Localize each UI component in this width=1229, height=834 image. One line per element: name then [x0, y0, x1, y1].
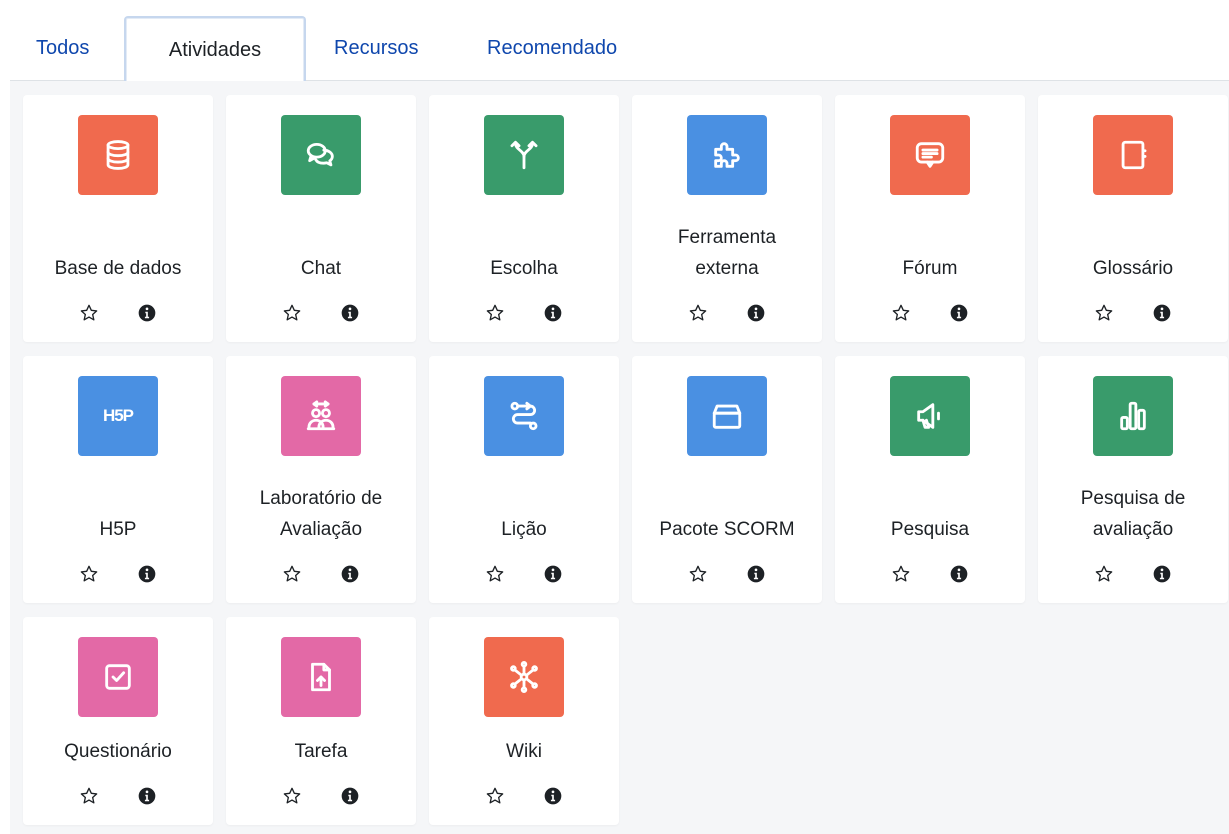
module-card-feedback[interactable]: Pesquisa de avaliação [1038, 356, 1228, 603]
info-icon[interactable] [338, 784, 362, 808]
info-icon[interactable] [135, 562, 159, 586]
module-name: Ferramenta externa [677, 227, 777, 279]
star-icon[interactable] [77, 301, 101, 325]
star-icon[interactable] [483, 301, 507, 325]
feedback-icon [1093, 376, 1173, 456]
quiz-icon [78, 637, 158, 717]
module-card-workshop[interactable]: Laboratório de Avaliação [226, 356, 416, 603]
database-icon [78, 115, 158, 195]
choice-icon [484, 115, 564, 195]
info-icon[interactable] [338, 562, 362, 586]
info-icon[interactable] [1150, 562, 1174, 586]
forum-icon [890, 115, 970, 195]
module-name: Fórum [902, 258, 958, 279]
module-card-assignment[interactable]: Tarefa [226, 617, 416, 825]
star-icon[interactable] [1092, 562, 1116, 586]
glossary-icon [1093, 115, 1173, 195]
module-card-database[interactable]: Base de dados [23, 95, 213, 342]
wiki-icon [484, 637, 564, 717]
module-name: Wiki [506, 741, 542, 762]
module-name: Glossário [1092, 258, 1174, 279]
workshop-icon [281, 376, 361, 456]
module-card-puzzle[interactable]: Ferramenta externa [632, 95, 822, 342]
star-icon[interactable] [686, 301, 710, 325]
module-name: H5P [99, 519, 137, 540]
star-icon[interactable] [1092, 301, 1116, 325]
module-name: Questionário [64, 741, 172, 762]
star-icon[interactable] [280, 562, 304, 586]
star-icon[interactable] [77, 562, 101, 586]
info-icon[interactable] [1150, 301, 1174, 325]
tab-atividades[interactable]: Atividades [124, 16, 306, 82]
info-icon[interactable] [135, 784, 159, 808]
module-name: Pacote SCORM [659, 519, 795, 540]
star-icon[interactable] [280, 784, 304, 808]
tab-recursos[interactable]: Recursos [308, 16, 444, 80]
info-icon[interactable] [744, 301, 768, 325]
star-icon[interactable] [889, 562, 913, 586]
module-name: Escolha [490, 258, 558, 279]
h5p-icon: H5P [78, 376, 158, 456]
star-icon[interactable] [483, 562, 507, 586]
module-name: Pesquisa de avaliação [1080, 488, 1186, 540]
info-icon[interactable] [947, 562, 971, 586]
module-name: Chat [300, 258, 342, 279]
chat-icon [281, 115, 361, 195]
info-icon[interactable] [744, 562, 768, 586]
module-name: Pesquisa [890, 519, 970, 540]
info-icon[interactable] [541, 301, 565, 325]
module-card-wiki[interactable]: Wiki [429, 617, 619, 825]
info-icon[interactable] [541, 562, 565, 586]
activities-grid: Base de dados Chat Escolha Ferramenta extern… [10, 81, 1229, 834]
info-icon[interactable] [135, 301, 159, 325]
module-type-tabs: Todos Atividades Recursos Recomendado [10, 0, 1229, 82]
tab-recomendado[interactable]: Recomendado [461, 16, 643, 80]
star-icon[interactable] [686, 562, 710, 586]
info-icon[interactable] [947, 301, 971, 325]
module-card-chat[interactable]: Chat [226, 95, 416, 342]
star-icon[interactable] [483, 784, 507, 808]
tab-todos[interactable]: Todos [10, 16, 115, 80]
module-name: Tarefa [294, 741, 348, 762]
module-card-scorm-package[interactable]: Pacote SCORM [632, 356, 822, 603]
module-card-forum[interactable]: Fórum [835, 95, 1025, 342]
scorm-package-icon [687, 376, 767, 456]
module-card-quiz[interactable]: Questionário [23, 617, 213, 825]
star-icon[interactable] [77, 784, 101, 808]
module-card-glossary[interactable]: Glossário [1038, 95, 1228, 342]
module-name: Lição [501, 519, 547, 540]
lesson-icon [484, 376, 564, 456]
module-card-h5p[interactable]: H5P H5P [23, 356, 213, 603]
info-icon[interactable] [338, 301, 362, 325]
star-icon[interactable] [889, 301, 913, 325]
module-name: Laboratório de Avaliação [259, 488, 383, 540]
star-icon[interactable] [280, 301, 304, 325]
module-name: Base de dados [54, 258, 182, 279]
module-card-survey[interactable]: Pesquisa [835, 356, 1025, 603]
puzzle-icon [687, 115, 767, 195]
module-card-lesson[interactable]: Lição [429, 356, 619, 603]
survey-icon [890, 376, 970, 456]
assignment-icon [281, 637, 361, 717]
info-icon[interactable] [541, 784, 565, 808]
module-card-choice[interactable]: Escolha [429, 95, 619, 342]
